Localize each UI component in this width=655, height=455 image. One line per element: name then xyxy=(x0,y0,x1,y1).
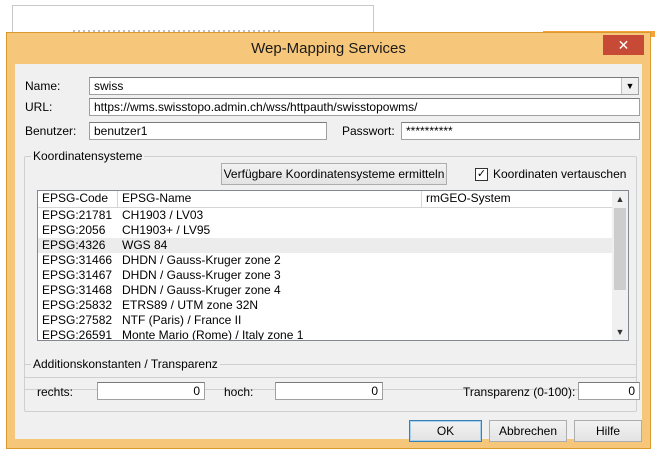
user-value: benutzer1 xyxy=(94,124,148,138)
crs-group-title: Koordinatensysteme xyxy=(31,149,145,163)
name-combobox[interactable]: swiss ▼ xyxy=(89,77,639,95)
column-header-epsg-code[interactable]: EPSG-Code xyxy=(38,191,118,207)
scroll-thumb[interactable] xyxy=(614,208,626,290)
cell-code: EPSG:27582 xyxy=(42,313,113,327)
transparency-input[interactable]: 0 xyxy=(578,382,640,400)
password-label: Passwort: xyxy=(342,124,395,138)
right-offset-input[interactable]: 0 xyxy=(97,382,205,400)
name-value: swiss xyxy=(94,79,124,93)
up-offset-input[interactable]: 0 xyxy=(275,382,383,400)
url-value: https://wms.swisstopo.admin.ch/wss/httpa… xyxy=(94,100,418,114)
swap-coordinates-checkbox[interactable]: ✓ xyxy=(475,168,488,181)
table-row[interactable]: EPSG:21781 CH1903 / LV03 xyxy=(38,208,613,223)
url-input[interactable]: https://wms.swisstopo.admin.ch/wss/httpa… xyxy=(89,98,640,116)
cell-name: DHDN / Gauss-Kruger zone 3 xyxy=(122,268,281,282)
dialog-client: Name: swiss ▼ URL: https://wms.swisstopo… xyxy=(15,64,642,442)
crs-list-header: EPSG-Code EPSG-Name rmGEO-System xyxy=(38,191,613,208)
chevron-down-icon[interactable]: ▼ xyxy=(621,78,638,94)
name-label: Name: xyxy=(25,79,61,93)
up-label: hoch: xyxy=(224,385,254,399)
cell-code: EPSG:26591 xyxy=(42,328,113,341)
cell-code: EPSG:21781 xyxy=(42,208,113,222)
up-offset-value: 0 xyxy=(371,384,378,398)
table-row[interactable]: EPSG:31467 DHDN / Gauss-Kruger zone 3 xyxy=(38,268,613,283)
transparency-value: 0 xyxy=(628,384,635,398)
checkmark-icon: ✓ xyxy=(476,168,487,180)
cell-code: EPSG:2056 xyxy=(42,223,106,237)
cancel-button[interactable]: Abbrechen xyxy=(489,420,567,442)
cell-name: WGS 84 xyxy=(122,238,168,252)
cell-name: ETRS89 / UTM zone 32N xyxy=(122,298,259,312)
close-button[interactable]: ✕ xyxy=(603,35,644,55)
vertical-scrollbar[interactable]: ▲ ▼ xyxy=(612,191,628,340)
cell-name: DHDN / Gauss-Kruger zone 2 xyxy=(122,253,281,267)
table-row[interactable]: EPSG:25832 ETRS89 / UTM zone 32N xyxy=(38,298,613,313)
table-row[interactable]: EPSG:31466 DHDN / Gauss-Kruger zone 2 xyxy=(38,253,613,268)
addition-group-title: Additionskonstanten / Transparenz xyxy=(31,357,220,371)
user-label: Benutzer: xyxy=(25,124,77,138)
column-header-rmgeo-system[interactable]: rmGEO-System xyxy=(422,191,613,207)
cell-code: EPSG:31466 xyxy=(42,253,113,267)
cell-code: EPSG:25832 xyxy=(42,298,113,312)
right-label: rechts: xyxy=(37,385,74,399)
url-label: URL: xyxy=(25,100,53,114)
scroll-down-icon[interactable]: ▼ xyxy=(612,324,628,340)
right-offset-value: 0 xyxy=(193,384,200,398)
ok-button[interactable]: OK xyxy=(409,420,482,442)
crs-list[interactable]: EPSG-Code EPSG-Name rmGEO-System EPSG:21… xyxy=(37,190,629,341)
table-row[interactable]: EPSG:4326 WGS 84 xyxy=(38,238,613,253)
table-row[interactable]: EPSG:2056 CH1903+ / LV95 xyxy=(38,223,613,238)
cell-name: NTF (Paris) / France II xyxy=(122,313,242,327)
swap-coordinates-label: Koordinaten vertauschen xyxy=(493,167,627,181)
close-icon: ✕ xyxy=(617,37,630,53)
cell-code: EPSG:31467 xyxy=(42,268,113,282)
crs-rows: EPSG:21781 CH1903 / LV03 EPSG:2056 CH1903+ … xyxy=(38,208,613,341)
help-button[interactable]: Hilfe xyxy=(574,420,642,442)
column-header-epsg-name[interactable]: EPSG-Name xyxy=(118,191,422,207)
table-row[interactable]: EPSG:31468 DHDN / Gauss-Kruger zone 4 xyxy=(38,283,613,298)
cell-name: DHDN / Gauss-Kruger zone 4 xyxy=(122,283,281,297)
cell-name: CH1903 / LV03 xyxy=(122,208,204,222)
fetch-crs-button[interactable]: Verfügbare Koordinatensysteme ermitteln xyxy=(221,163,447,185)
cell-name: CH1903+ / LV95 xyxy=(122,223,211,237)
transparency-label: Transparenz (0-100): xyxy=(463,385,576,399)
wms-dialog: Wep-Mapping Services ✕ Name: swiss ▼ URL… xyxy=(6,32,651,449)
password-value: ********** xyxy=(406,124,453,138)
password-input[interactable]: ********** xyxy=(401,122,640,140)
cell-code: EPSG:31468 xyxy=(42,283,113,297)
user-input[interactable]: benutzer1 xyxy=(89,122,327,140)
title-bar[interactable]: Wep-Mapping Services ✕ xyxy=(7,33,650,64)
cell-code: EPSG:4326 xyxy=(42,238,106,252)
scroll-up-icon[interactable]: ▲ xyxy=(612,191,628,207)
table-row[interactable]: EPSG:27582 NTF (Paris) / France II xyxy=(38,313,613,328)
dialog-title: Wep-Mapping Services xyxy=(251,40,406,57)
cell-name: Monte Mario (Rome) / Italy zone 1 xyxy=(122,328,304,341)
table-row[interactable]: EPSG:26591 Monte Mario (Rome) / Italy zon… xyxy=(38,328,613,341)
